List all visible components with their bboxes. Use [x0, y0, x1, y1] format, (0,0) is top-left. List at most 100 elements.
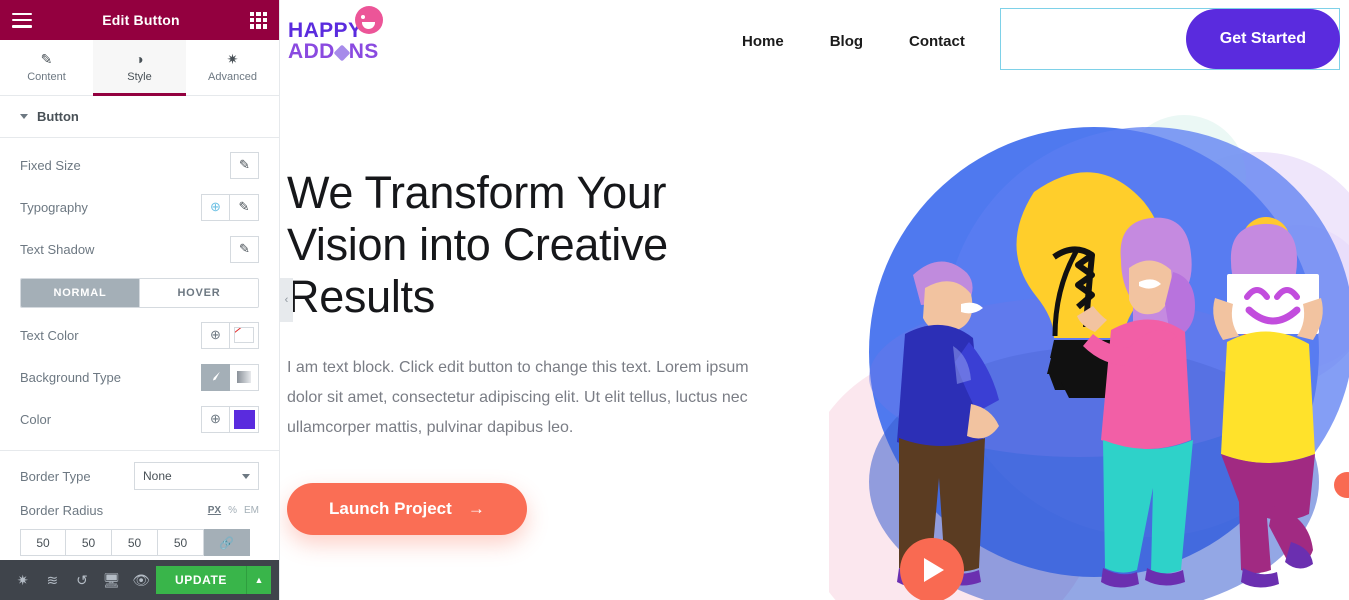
border-type-label: Border Type [20, 468, 91, 484]
caret-up-icon[interactable]: ▲ [246, 566, 272, 594]
pencil-icon: ✎ [239, 157, 250, 172]
pencil-icon: ✎ [238, 199, 250, 214]
panel-collapse-arrow[interactable]: ‹ [280, 278, 293, 322]
background-type-gradient-button[interactable] [230, 363, 259, 391]
text-color-swatch[interactable] [230, 321, 259, 349]
color-global-button[interactable]: ⊕ [201, 405, 230, 433]
brush-icon [212, 371, 220, 381]
grid-icon[interactable] [250, 11, 267, 29]
color-swatch-button[interactable] [230, 405, 259, 433]
color-label: Color [20, 411, 52, 427]
typography-controls: ⊕ ✎ [201, 193, 259, 221]
preview-canvas: ‹ HAPPY ADD NS Home Blog Contact Get Star… [280, 0, 1349, 600]
text-shadow-label: Text Shadow [20, 241, 95, 257]
text-color-label: Text Color [20, 327, 79, 343]
launch-project-button[interactable]: Launch Project → [287, 483, 527, 535]
section-button-header[interactable]: Button [0, 96, 279, 138]
logo-diamond-icon [333, 44, 351, 61]
background-type-classic-button[interactable] [201, 363, 230, 391]
get-started-button[interactable]: Get Started [1185, 9, 1340, 69]
hero-section: We Transform Your Vision into Creative R… [280, 82, 1349, 600]
tab-style-label: Style [127, 71, 152, 83]
panel-tabs: ✎ Content ◑ Style ✷ Advanced [0, 40, 279, 96]
site-navbar: HAPPY ADD NS Home Blog Contact Get Starte… [280, 0, 1349, 82]
contrast-icon: ◑ [135, 51, 144, 67]
border-radius-bottom[interactable] [112, 529, 158, 556]
fixed-size-label: Fixed Size [20, 157, 81, 173]
typography-label: Typography [20, 199, 88, 215]
elementor-editor: Edit Button ✎ Content ◑ Style ✷ Advanced… [0, 0, 1349, 600]
text-color-controls: ⊕ [201, 321, 259, 349]
typography-global-button[interactable]: ⊕ [201, 193, 230, 221]
menu-item-contact[interactable]: Contact [909, 33, 965, 50]
panel-title: Edit Button [102, 12, 180, 28]
menu-item-blog[interactable]: Blog [830, 33, 863, 50]
arrow-right-icon: → [467, 499, 485, 518]
control-color: Color ⊕ [20, 398, 259, 440]
hamburger-icon[interactable] [12, 12, 32, 28]
logo-line-2: ADD NS [288, 41, 379, 62]
state-tab-hover[interactable]: HOVER [139, 279, 258, 307]
unit-percent[interactable]: % [228, 505, 237, 516]
pencil-icon: ✎ [239, 241, 250, 256]
control-typography: Typography ⊕ ✎ [20, 186, 259, 228]
text-shadow-controls: ✎ [230, 235, 259, 263]
text-color-global-button[interactable]: ⊕ [201, 321, 230, 349]
site-logo[interactable]: HAPPY ADD NS [288, 5, 400, 63]
logo-line-2b: NS [348, 39, 379, 63]
text-shadow-edit-button[interactable]: ✎ [230, 235, 259, 263]
tab-content[interactable]: ✎ Content [0, 40, 93, 95]
tab-content-label: Content [27, 71, 66, 83]
globe-icon: ⊕ [210, 327, 221, 342]
launch-project-label: Launch Project [329, 499, 452, 518]
border-type-value: None [143, 469, 172, 483]
illustration-svg [829, 115, 1349, 600]
gear-icon: ✷ [226, 51, 239, 67]
update-button[interactable]: UPDATE [155, 566, 247, 594]
tab-style[interactable]: ◑ Style [93, 40, 186, 96]
layers-icon[interactable]: ≋ [38, 560, 68, 600]
eye-icon[interactable]: 👁 [126, 560, 156, 600]
no-color-icon [234, 327, 254, 343]
control-border-radius-header: Border Radius PX % EM [20, 497, 259, 523]
border-radius-units: PX % EM [208, 505, 259, 516]
cta-selection-box: Get Started [1000, 8, 1340, 70]
border-radius-right[interactable] [66, 529, 112, 556]
tab-advanced-label: Advanced [208, 71, 257, 83]
border-type-select[interactable]: None [134, 462, 259, 490]
panel-body: Fixed Size ✎ Typography ⊕ ✎ Text Shadow … [0, 138, 279, 560]
section-button-title: Button [37, 109, 79, 124]
fixed-size-edit-button[interactable]: ✎ [230, 151, 259, 179]
tab-advanced[interactable]: ✷ Advanced [186, 40, 279, 95]
gear-icon[interactable]: ✷ [8, 560, 38, 600]
history-icon[interactable]: ↺ [67, 560, 97, 600]
responsive-icon[interactable]: 🖥 [97, 560, 127, 600]
panel-header: Edit Button [0, 0, 279, 40]
typography-edit-button[interactable]: ✎ [230, 193, 259, 221]
border-radius-label: Border Radius [20, 502, 104, 518]
teamwork-lightbulb-illustration [829, 82, 1349, 600]
pencil-icon: ✎ [40, 51, 53, 67]
control-border-type: Border Type None [20, 455, 259, 497]
border-radius-top[interactable] [20, 529, 66, 556]
menu-item-home[interactable]: Home [742, 33, 784, 50]
state-tab-normal[interactable]: NORMAL [21, 279, 139, 307]
chevron-down-icon [20, 114, 28, 119]
link-icon[interactable]: 🔗 [204, 529, 250, 556]
chevron-down-icon [242, 473, 250, 479]
logo-wrap: HAPPY ADD NS [288, 5, 383, 62]
unit-px[interactable]: PX [208, 505, 221, 516]
control-text-shadow: Text Shadow ✎ [20, 228, 259, 270]
state-tabs: NORMAL HOVER [20, 278, 259, 308]
editor-panel: Edit Button ✎ Content ◑ Style ✷ Advanced… [0, 0, 280, 600]
logo-line-2a: ADD [288, 39, 335, 63]
unit-em[interactable]: EM [244, 505, 259, 516]
background-type-controls [201, 363, 259, 391]
globe-icon: ⊕ [210, 411, 221, 426]
section-divider [0, 450, 279, 451]
happy-face-icon [354, 5, 383, 34]
background-type-label: Background Type [20, 369, 121, 385]
border-radius-left[interactable] [158, 529, 204, 556]
site-menu: Home Blog Contact [742, 33, 965, 50]
hero-paragraph: I am text block. Click edit button to ch… [287, 359, 749, 436]
